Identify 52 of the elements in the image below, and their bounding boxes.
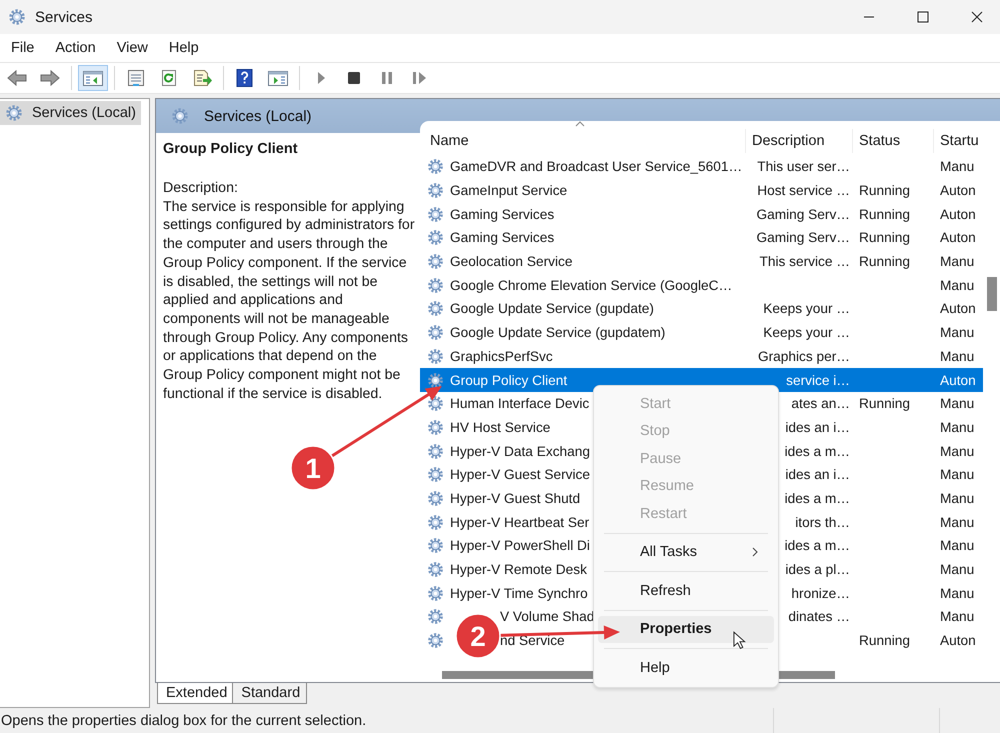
table-cell: Auton [940,372,976,388]
table-cell: Manu [940,490,974,506]
table-cell: ates an… [791,396,850,412]
table-cell: Manu [940,609,974,624]
window-title: Services [35,8,93,26]
table-cell: Manu [940,348,974,364]
table-cell: Auton [940,206,976,222]
table-cell: Graphics per… [758,348,850,364]
service-title: Group Policy Client [163,141,299,157]
table-cell: Manu [940,514,974,530]
table-cell: This service … [759,254,850,270]
table-cell: Manu [940,420,974,435]
table-cell: ides a m… [784,538,850,554]
table-cell: Manu [940,278,974,293]
table-cell: Manu [940,325,974,340]
table-cell: Host service … [757,183,850,198]
table-cell: Running [859,230,910,246]
table-cell: Manu [940,538,974,554]
table-cell: Gaming Serv… [756,230,850,246]
status-text: Opens the properties dialog box for the current selection. [1,712,366,728]
table-cell: Running [859,183,910,198]
table-cell: Running [859,206,910,222]
table-cell: ides an i… [785,467,850,482]
table-cell: Manu [940,254,974,270]
table-cell: Auton [940,230,976,246]
description-text: The service is responsible for applying settings configured by administrators for the computer and users through the Group Policy component. If the service is disabled, the settings will not be applied and applications and components will not be manageable through Group Policy. Any components or applications that depend on the Group Policy component might not be functional if the service is disabled. [163,198,416,404]
table-cell: Auton [940,301,976,316]
table-cell: service i… [786,372,850,388]
table-cell: ides a pl… [785,562,850,578]
table-cell: This user ser… [757,159,850,174]
table-cell: Auton [940,633,976,648]
table-cell: Keeps your … [763,325,850,340]
table-cell: ides an i… [785,420,850,435]
pane-title: Services (Local) [204,108,312,124]
table-cell: Manu [940,159,974,174]
table-cell: Running [859,633,910,648]
table-cell: Auton [940,183,976,198]
table-cell: hronize… [791,586,850,601]
table-cell: ides a m… [784,444,850,459]
table-cell: Manu [940,444,974,459]
description-label: Description: [163,179,239,198]
table-cell: Gaming Serv… [756,206,850,222]
table-cell: Manu [940,586,974,601]
table-cell: Manu [940,562,974,578]
table-cell: dinates … [788,609,850,624]
table-cell: Manu [940,396,974,412]
table-cell: Keeps your … [763,301,850,316]
table-cell: ides a m… [784,490,850,506]
table-cell: Running [859,254,910,270]
table-cell: Manu [940,467,974,482]
table-cell: itors th… [795,514,850,530]
table-cell: Running [859,396,910,412]
